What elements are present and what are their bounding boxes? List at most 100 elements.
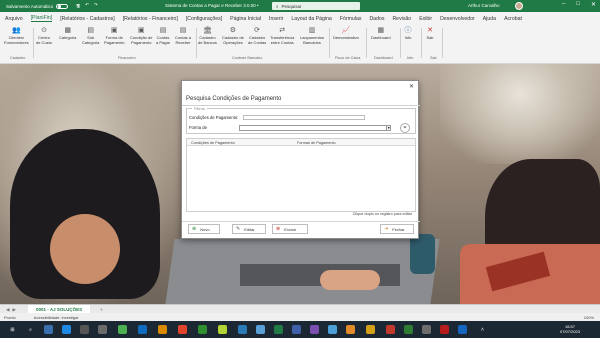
app-icon[interactable] (386, 325, 395, 334)
filters-group: Filtros Condições de Pagamento: Forma de… (186, 106, 416, 134)
folder-icon[interactable] (158, 325, 167, 334)
edge-icon[interactable] (138, 325, 147, 334)
app-icon[interactable] (256, 325, 265, 334)
ribbon-button-4[interactable]: ▣ Forma de Pagamento (104, 27, 124, 45)
filter-icon[interactable]: ⏷ (400, 123, 410, 133)
close-icon[interactable]: ✕ (409, 83, 414, 90)
search-icon[interactable]: ⌕ (26, 325, 35, 334)
ribbon-button-15[interactable]: ⓘ Info (404, 27, 412, 41)
app-icon[interactable] (422, 325, 431, 334)
app-icon[interactable] (178, 325, 187, 334)
payment-method-select[interactable]: ▼ (239, 124, 391, 131)
app-icon[interactable] (218, 325, 227, 334)
edge-icon[interactable] (62, 325, 71, 334)
excel-icon[interactable] (274, 325, 283, 334)
app-icon[interactable] (440, 325, 449, 334)
chrome-icon[interactable] (118, 325, 127, 334)
tab-3[interactable]: [Relatórios - Financeiro] (123, 16, 178, 22)
tab-4[interactable]: [Configurações] (186, 16, 222, 22)
condition-input[interactable] (243, 114, 365, 121)
ribbon-button-1[interactable]: ⊙ Centro de Custo (36, 27, 52, 45)
ribbon-button-label: Contas a Pagar (156, 35, 171, 45)
windows-start-icon[interactable]: ⊞ (8, 325, 17, 334)
ribbon-button-13[interactable]: 📈 Demonstrativo (333, 27, 359, 41)
accessibility-status[interactable]: Acessibilidade: investigar (34, 315, 79, 320)
app-icon[interactable] (44, 325, 53, 334)
bank-entries-icon: ▥ (308, 26, 316, 34)
ribbon-button-2[interactable]: ▦ Categoria (59, 27, 76, 41)
tab-2[interactable]: [Relatórios - Cadastros] (60, 16, 115, 22)
chevron-down-icon[interactable]: ▼ (386, 125, 390, 130)
user-name[interactable]: Arthur Carvalho (468, 3, 500, 8)
tab-9[interactable]: Dados (369, 16, 384, 22)
autosave[interactable]: Salvamento Automático (6, 3, 69, 9)
ribbon-button-0[interactable]: 👥 Clientes/ Fornecedores (4, 27, 29, 45)
autosave-toggle[interactable] (56, 3, 69, 9)
ribbon-button-16[interactable]: ✕ Sair (426, 27, 434, 41)
add-sheet-button[interactable]: + (100, 307, 103, 312)
window-controls: – □ ✕ (562, 1, 596, 8)
app-icon[interactable] (404, 325, 413, 334)
tab-14[interactable]: Acrobat (504, 16, 522, 22)
app-icon[interactable] (346, 325, 355, 334)
app-icon[interactable] (98, 325, 107, 334)
app-icon[interactable] (292, 325, 301, 334)
people-icon: 👥 (11, 26, 21, 34)
grid-header-method[interactable]: Formas de Pagamento (297, 141, 336, 145)
undo-icon[interactable]: ↶ (85, 2, 89, 10)
search-dialog: ✕ Pesquisa Condições de Pagamento Filtro… (181, 80, 420, 239)
app-icon[interactable] (80, 325, 89, 334)
save-icon[interactable]: 🖫 (76, 2, 80, 10)
tab-12[interactable]: Desenvolvedor (440, 16, 475, 22)
grid-header-condition[interactable]: Condições de Pagamento (191, 141, 235, 145)
app-icon[interactable] (310, 325, 319, 334)
tab-11[interactable]: Exibir (419, 16, 432, 22)
accounts-icon: ⟳ (254, 26, 261, 34)
tab-10[interactable]: Revisão (392, 16, 411, 22)
delete-button[interactable]: ⊗ Excluir (272, 224, 308, 234)
ribbon-button-9[interactable]: ⚙ Cadastro de Operações (222, 27, 244, 45)
zoom-level[interactable]: 100% (584, 315, 594, 320)
ribbon-button-6[interactable]: ▤ Contas a Pagar (156, 27, 170, 45)
ribbon-button-14[interactable]: ▦ Dashboard (371, 27, 391, 41)
app-icon[interactable] (238, 325, 247, 334)
ribbon-button-5[interactable]: ▣ Condição de Pagamento (130, 27, 152, 45)
clock[interactable]: 16:57 07/07/2023 (560, 324, 580, 334)
new-button[interactable]: ⊕ Novo (188, 224, 220, 234)
tab-7[interactable]: Layout da Página (291, 16, 331, 22)
app-icon[interactable] (328, 325, 337, 334)
tab-8[interactable]: Fórmulas (340, 16, 362, 22)
tab-1[interactable]: [PlaniFin] (30, 15, 53, 22)
tab-5[interactable]: Página Inicial (230, 16, 261, 22)
tab-6[interactable]: Inserir (269, 16, 283, 22)
operations-icon: ⚙ (229, 26, 237, 34)
ribbon-button-12[interactable]: ▥ Lançamentos Bancários (300, 27, 324, 45)
maximize-button[interactable]: □ (576, 1, 580, 8)
close-button[interactable]: ⇥ Fechar (380, 224, 414, 234)
redo-icon[interactable]: ↷ (94, 2, 98, 10)
minimize-button[interactable]: – (562, 1, 565, 8)
avatar[interactable] (515, 2, 523, 10)
app-icon[interactable] (198, 325, 207, 334)
ribbon-button-11[interactable]: ⇄ Transferência entre Contas (270, 27, 294, 45)
app-icon[interactable] (458, 325, 467, 334)
tray-icons[interactable]: ˄ (478, 325, 487, 334)
new-button-label: Novo (200, 226, 210, 232)
ribbon-button-8[interactable]: 🏛 Cadastro de Bancos (198, 27, 217, 45)
results-grid[interactable]: Condições de Pagamento Formas de Pagamen… (186, 138, 416, 212)
tab-13[interactable]: Ajuda (483, 16, 496, 22)
close-window-button[interactable]: ✕ (591, 1, 596, 8)
app-icon[interactable] (366, 325, 375, 334)
bank-icon: 🏛 (203, 26, 212, 34)
search-box[interactable]: ⌕ Pesquisar (272, 2, 360, 10)
tab-0[interactable]: Arquivo (5, 16, 23, 22)
ribbon-group-label: Sair (430, 56, 437, 60)
ribbon-button-label: Contas a Receber (175, 35, 192, 45)
divider (182, 105, 420, 106)
ribbon-button-3[interactable]: ▤ Sub Categoria (82, 27, 99, 45)
ribbon-button-10[interactable]: ⟳ Cadastro de Contas (248, 27, 266, 45)
ribbon-separator (400, 28, 401, 58)
edit-button[interactable]: ✎ Editar (232, 224, 266, 234)
sheet-nav-arrows[interactable]: ◀▶ (6, 307, 19, 313)
ribbon-button-7[interactable]: ▤ Contas a Receber (175, 27, 191, 45)
